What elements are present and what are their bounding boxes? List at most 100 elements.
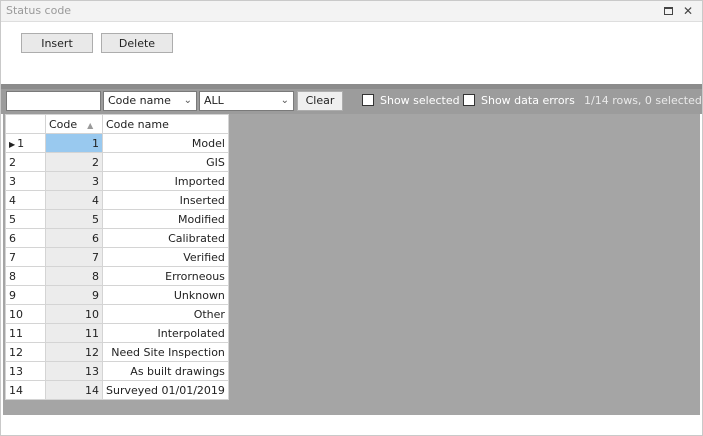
code-cell[interactable]: 3 xyxy=(45,171,103,191)
code-name-cell[interactable]: Modified xyxy=(102,209,229,229)
code-name-cell[interactable]: Surveyed 01/01/2019 xyxy=(102,380,229,400)
row-number: 2 xyxy=(9,155,16,169)
row-header[interactable]: 4 xyxy=(5,190,46,210)
code-name-cell[interactable]: Need Site Inspection xyxy=(102,342,229,362)
row-header[interactable]: 6 xyxy=(5,228,46,248)
table-row[interactable]: 11 11 Interpolated xyxy=(5,323,229,343)
table-row[interactable]: 10 10 Other xyxy=(5,304,229,324)
code-cell[interactable]: 6 xyxy=(45,228,103,248)
row-count-status: 1/14 rows, 0 selected xyxy=(584,94,702,107)
code-name-cell[interactable]: Verified xyxy=(102,247,229,267)
row-number: 3 xyxy=(9,174,16,188)
delete-button[interactable]: Delete xyxy=(101,33,173,53)
show-data-errors-checkbox[interactable] xyxy=(463,94,475,106)
code-name-cell[interactable]: Calibrated xyxy=(102,228,229,248)
table-row[interactable]: 5 5 Modified xyxy=(5,209,229,229)
row-header[interactable]: 13 xyxy=(5,361,46,381)
table-row[interactable]: 9 9 Unknown xyxy=(5,285,229,305)
code-cell[interactable]: 12 xyxy=(45,342,103,362)
table-row[interactable]: 3 3 Imported xyxy=(5,171,229,191)
code-cell[interactable]: 9 xyxy=(45,285,103,305)
title-bar: Status code ✕ xyxy=(1,1,702,22)
row-header[interactable]: 14 xyxy=(5,380,46,400)
window-title: Status code xyxy=(6,4,72,17)
column-header-code-name[interactable]: Code name xyxy=(102,114,229,134)
value-select-value: ALL xyxy=(204,94,224,107)
code-name-cell[interactable]: Interpolated xyxy=(102,323,229,343)
field-select-value: Code name xyxy=(108,94,171,107)
row-number: 12 xyxy=(9,345,23,359)
row-header[interactable]: 12 xyxy=(5,342,46,362)
sort-ascending-icon: ▲ xyxy=(87,120,94,130)
row-number: 11 xyxy=(9,326,23,340)
chevron-down-icon: ⌄ xyxy=(280,95,289,106)
filter-bar: Code name ⌄ ALL ⌄ Clear Show selected Sh… xyxy=(1,89,702,114)
close-icon[interactable]: ✕ xyxy=(680,3,696,19)
table-row[interactable]: 4 4 Inserted xyxy=(5,190,229,210)
code-name-cell[interactable]: Model xyxy=(102,133,229,153)
code-name-cell[interactable]: Other xyxy=(102,304,229,324)
row-number: 6 xyxy=(9,231,16,245)
table-row[interactable]: 8 8 Errorneous xyxy=(5,266,229,286)
row-number: 8 xyxy=(9,269,16,283)
code-cell[interactable]: 5 xyxy=(45,209,103,229)
insert-button[interactable]: Insert xyxy=(21,33,93,53)
row-number: 13 xyxy=(9,364,23,378)
table-row[interactable]: 14 14 Surveyed 01/01/2019 xyxy=(5,380,229,400)
row-number: 4 xyxy=(9,193,16,207)
code-cell[interactable]: 7 xyxy=(45,247,103,267)
table-row[interactable]: 12 12 Need Site Inspection xyxy=(5,342,229,362)
row-number: 1 xyxy=(17,136,25,150)
code-name-cell[interactable]: Imported xyxy=(102,171,229,191)
code-cell[interactable]: 1 xyxy=(45,133,103,153)
row-header[interactable]: 10 xyxy=(5,304,46,324)
show-selected-checkbox[interactable] xyxy=(362,94,374,106)
show-selected-label: Show selected xyxy=(380,94,460,107)
row-header[interactable]: 2 xyxy=(5,152,46,172)
row-number: 14 xyxy=(9,383,23,397)
column-header-code[interactable]: Code ▲ xyxy=(45,114,103,134)
row-header[interactable]: 3 xyxy=(5,171,46,191)
table-row[interactable]: 6 6 Calibrated xyxy=(5,228,229,248)
row-header-corner xyxy=(5,114,46,134)
status-code-table: Code ▲ Code name ▶ 1 1 Model 2 2 GIS 3 3 Imported 4… xyxy=(5,114,229,400)
row-header[interactable]: 7 xyxy=(5,247,46,267)
value-select[interactable]: ALL ⌄ xyxy=(199,91,294,111)
table-row[interactable]: 7 7 Verified xyxy=(5,247,229,267)
header-row: Code ▲ Code name xyxy=(5,114,229,134)
grid-area: Code ▲ Code name ▶ 1 1 Model 2 2 GIS 3 3 Imported 4… xyxy=(3,114,700,415)
code-cell[interactable]: 10 xyxy=(45,304,103,324)
row-header[interactable]: 5 xyxy=(5,209,46,229)
table-row[interactable]: 13 13 As built drawings xyxy=(5,361,229,381)
restore-icon[interactable] xyxy=(660,3,676,19)
code-cell[interactable]: 4 xyxy=(45,190,103,210)
code-cell[interactable]: 13 xyxy=(45,361,103,381)
clear-button[interactable]: Clear xyxy=(297,91,343,111)
status-code-window: Status code ✕ Insert Delete Code name ⌄ … xyxy=(0,0,703,436)
show-data-errors-label: Show data errors xyxy=(481,94,575,107)
current-row-indicator-icon: ▶ xyxy=(9,139,16,149)
field-select[interactable]: Code name ⌄ xyxy=(103,91,197,111)
code-name-cell[interactable]: Inserted xyxy=(102,190,229,210)
row-header[interactable]: ▶ 1 xyxy=(5,133,46,153)
code-cell[interactable]: 2 xyxy=(45,152,103,172)
code-name-cell[interactable]: Errorneous xyxy=(102,266,229,286)
code-name-cell[interactable]: As built drawings xyxy=(102,361,229,381)
table-row[interactable]: ▶ 1 1 Model xyxy=(5,133,229,153)
code-cell[interactable]: 8 xyxy=(45,266,103,286)
row-header[interactable]: 9 xyxy=(5,285,46,305)
row-number: 7 xyxy=(9,250,16,264)
toolbar: Insert Delete xyxy=(1,22,702,84)
row-number: 5 xyxy=(9,212,16,226)
row-number: 10 xyxy=(9,307,23,321)
code-name-cell[interactable]: GIS xyxy=(102,152,229,172)
table-row[interactable]: 2 2 GIS xyxy=(5,152,229,172)
row-header[interactable]: 11 xyxy=(5,323,46,343)
code-name-cell[interactable]: Unknown xyxy=(102,285,229,305)
row-header[interactable]: 8 xyxy=(5,266,46,286)
code-cell[interactable]: 14 xyxy=(45,380,103,400)
code-cell[interactable]: 11 xyxy=(45,323,103,343)
row-number: 9 xyxy=(9,288,16,302)
search-input[interactable] xyxy=(6,91,101,111)
chevron-down-icon: ⌄ xyxy=(183,95,192,106)
